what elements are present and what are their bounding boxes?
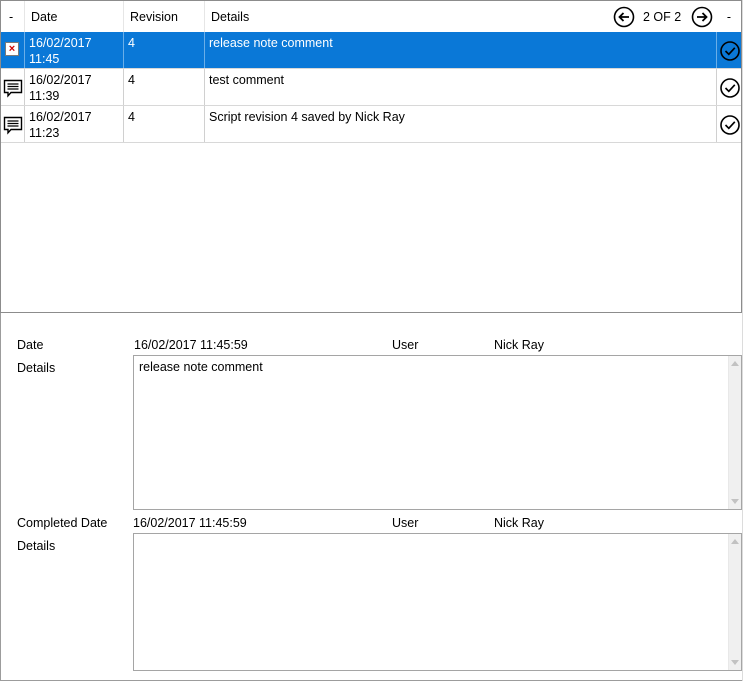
- row-status-cell[interactable]: [717, 69, 741, 105]
- arrow-left-circle-icon[interactable]: [613, 6, 635, 28]
- pager-text: 2 OF 2: [643, 10, 682, 24]
- comment-icon[interactable]: [3, 115, 23, 135]
- details-label: Details: [17, 361, 56, 375]
- comments-grid: - Date Revision Details 2 OF 2 - × 16/02…: [0, 0, 742, 313]
- completed-details-label: Details: [17, 539, 56, 553]
- details-text: release note comment: [139, 360, 263, 374]
- grid-header: - Date Revision Details 2 OF 2 -: [1, 1, 741, 32]
- row-time: 11:45: [29, 52, 60, 66]
- check-circle-icon[interactable]: [719, 77, 741, 99]
- row-status-cell[interactable]: [717, 106, 741, 142]
- row-date: 16/02/2017: [29, 36, 92, 50]
- comment-icon[interactable]: [3, 78, 23, 98]
- row-status-cell[interactable]: [717, 32, 741, 68]
- table-row[interactable]: × 16/02/2017 11:45 4 release note commen…: [1, 32, 741, 69]
- row-date: 16/02/2017: [29, 73, 92, 87]
- delete-x-icon[interactable]: ×: [5, 42, 19, 56]
- details-textarea[interactable]: release note comment: [133, 355, 742, 510]
- pager: 2 OF 2: [613, 5, 713, 29]
- header-col-status[interactable]: -: [717, 1, 741, 32]
- completed-date-label: Completed Date: [17, 516, 108, 530]
- row-time: 11:23: [29, 126, 60, 140]
- row-time: 11:39: [29, 89, 60, 103]
- row-revision: 4: [124, 69, 205, 105]
- date-value: 16/02/2017 11:45:59: [134, 338, 248, 352]
- scroll-up-icon[interactable]: [731, 539, 739, 544]
- scroll-down-icon[interactable]: [731, 660, 739, 665]
- panel-left-border: [0, 313, 1, 681]
- panel-right-border: [742, 0, 743, 681]
- row-date-cell: 16/02/2017 11:39: [25, 69, 124, 105]
- completed-details-textarea[interactable]: [133, 533, 742, 671]
- user-value: Nick Ray: [494, 338, 545, 352]
- table-row[interactable]: 16/02/2017 11:23 4 Script revision 4 sav…: [1, 106, 741, 143]
- user-label: User: [392, 338, 419, 352]
- completed-details-scrollbar[interactable]: [728, 534, 741, 670]
- arrow-right-circle-icon[interactable]: [691, 6, 713, 28]
- date-label: Date: [17, 338, 44, 352]
- header-date[interactable]: Date: [25, 1, 124, 32]
- completed-user-value: Nick Ray: [494, 516, 545, 530]
- row-icon-cell[interactable]: [1, 69, 25, 105]
- completed-user-label: User: [392, 516, 419, 530]
- row-details: Script revision 4 saved by Nick Ray: [205, 106, 717, 142]
- details-scrollbar[interactable]: [728, 356, 741, 509]
- row-date-cell: 16/02/2017 11:23: [25, 106, 124, 142]
- row-revision: 4: [124, 32, 205, 68]
- completed-date-value: 16/02/2017 11:45:59: [133, 516, 247, 530]
- scroll-down-icon[interactable]: [731, 499, 739, 504]
- check-circle-icon[interactable]: [719, 40, 741, 62]
- scroll-up-icon[interactable]: [731, 361, 739, 366]
- header-col-icon[interactable]: -: [1, 1, 25, 32]
- header-revision[interactable]: Revision: [124, 1, 205, 32]
- row-date-cell: 16/02/2017 11:45: [25, 32, 124, 68]
- row-details: test comment: [205, 69, 717, 105]
- row-icon-cell[interactable]: ×: [1, 32, 25, 68]
- check-circle-icon[interactable]: [719, 114, 741, 136]
- row-revision: 4: [124, 106, 205, 142]
- row-date: 16/02/2017: [29, 110, 92, 124]
- row-icon-cell[interactable]: [1, 106, 25, 142]
- row-details: release note comment: [205, 32, 717, 68]
- table-row[interactable]: 16/02/2017 11:39 4 test comment: [1, 69, 741, 106]
